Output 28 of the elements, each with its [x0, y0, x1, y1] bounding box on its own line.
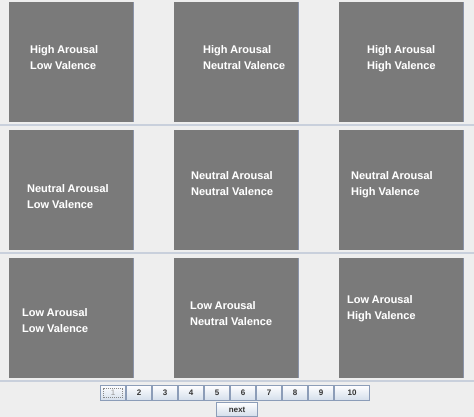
page-button[interactable]: 7	[256, 385, 282, 401]
page-button[interactable]: 6	[230, 385, 256, 401]
tile[interactable]: High Arousal Low Valence	[9, 2, 134, 122]
tile-label: Neutral Arousal High Valence	[351, 169, 433, 200]
page-button[interactable]: 9	[308, 385, 334, 401]
tile[interactable]: Neutral Arousal Neutral Valence	[174, 130, 299, 250]
tile-label: Low Arousal High Valence	[347, 293, 416, 324]
tile[interactable]: Neutral Arousal High Valence	[339, 130, 464, 250]
tile[interactable]: High Arousal Neutral Valence	[174, 2, 299, 122]
tile-label: High Arousal Neutral Valence	[203, 43, 285, 74]
tile-label: Low Arousal Neutral Valence	[190, 299, 272, 330]
tile[interactable]: Neutral Arousal Low Valence	[9, 130, 134, 250]
page-button[interactable]: 4	[178, 385, 204, 401]
page-button[interactable]: 10	[334, 385, 370, 401]
tile[interactable]: Low Arousal Neutral Valence	[174, 258, 299, 378]
tile-label: Low Arousal Low Valence	[22, 306, 88, 337]
tile-label: High Arousal High Valence	[367, 43, 436, 74]
tile-label: Neutral Arousal Low Valence	[27, 182, 109, 213]
tile[interactable]: Low Arousal High Valence	[339, 258, 464, 378]
tile[interactable]: Low Arousal Low Valence	[9, 258, 134, 378]
page-button[interactable]: 5	[204, 385, 230, 401]
page-button[interactable]: 8	[282, 385, 308, 401]
page-button[interactable]: 3	[152, 385, 178, 401]
page-button[interactable]: 2	[126, 385, 152, 401]
next-button[interactable]: next	[216, 402, 258, 417]
tile[interactable]: High Arousal High Valence	[339, 2, 464, 122]
tile-label: Neutral Arousal Neutral Valence	[191, 169, 273, 200]
tile-label: High Arousal Low Valence	[30, 43, 98, 74]
